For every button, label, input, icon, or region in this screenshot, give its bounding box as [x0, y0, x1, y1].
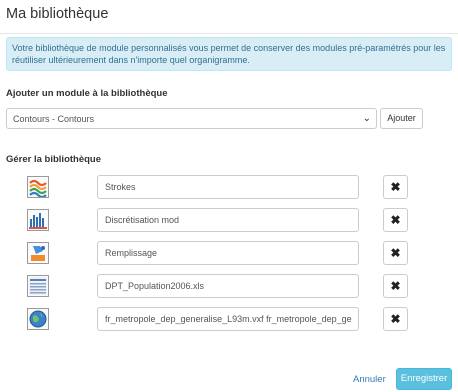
header-divider: [0, 33, 458, 34]
module-name-field[interactable]: Discrétisation mod: [97, 208, 359, 232]
module-name-field[interactable]: fr_metropole_dep_generalise_L93m.vxf fr_…: [97, 307, 359, 331]
globe-icon: [27, 308, 49, 330]
delete-button[interactable]: ✖: [383, 241, 408, 265]
module-name-field[interactable]: Remplissage: [97, 241, 359, 265]
save-button[interactable]: Enregistrer: [396, 368, 452, 390]
bar-chart-icon: [27, 209, 49, 231]
delete-button[interactable]: ✖: [383, 208, 408, 232]
module-select[interactable]: Contours - Contours ⌄: [6, 108, 377, 129]
delete-button[interactable]: ✖: [383, 274, 408, 298]
chevron-down-icon: ⌄: [362, 113, 371, 124]
spreadsheet-icon: [27, 275, 49, 297]
info-alert: Votre bibliothèque de module personnalis…: [6, 37, 452, 71]
delete-button[interactable]: ✖: [383, 175, 408, 199]
dialog-title: Ma bibliothèque: [6, 6, 109, 22]
add-button[interactable]: Ajouter: [380, 108, 423, 129]
module-name-field[interactable]: DPT_Population2006.xls: [97, 274, 359, 298]
cancel-link[interactable]: Annuler: [353, 374, 386, 385]
delete-button[interactable]: ✖: [383, 307, 408, 331]
manage-library-label: Gérer la bibliothèque: [6, 154, 102, 165]
module-name-field[interactable]: Strokes: [97, 175, 359, 199]
strokes-icon: [27, 176, 49, 199]
add-module-label: Ajouter un module à la bibliothèque: [6, 88, 168, 99]
module-select-value: Contours - Contours: [13, 114, 95, 124]
fill-icon: [27, 242, 49, 264]
